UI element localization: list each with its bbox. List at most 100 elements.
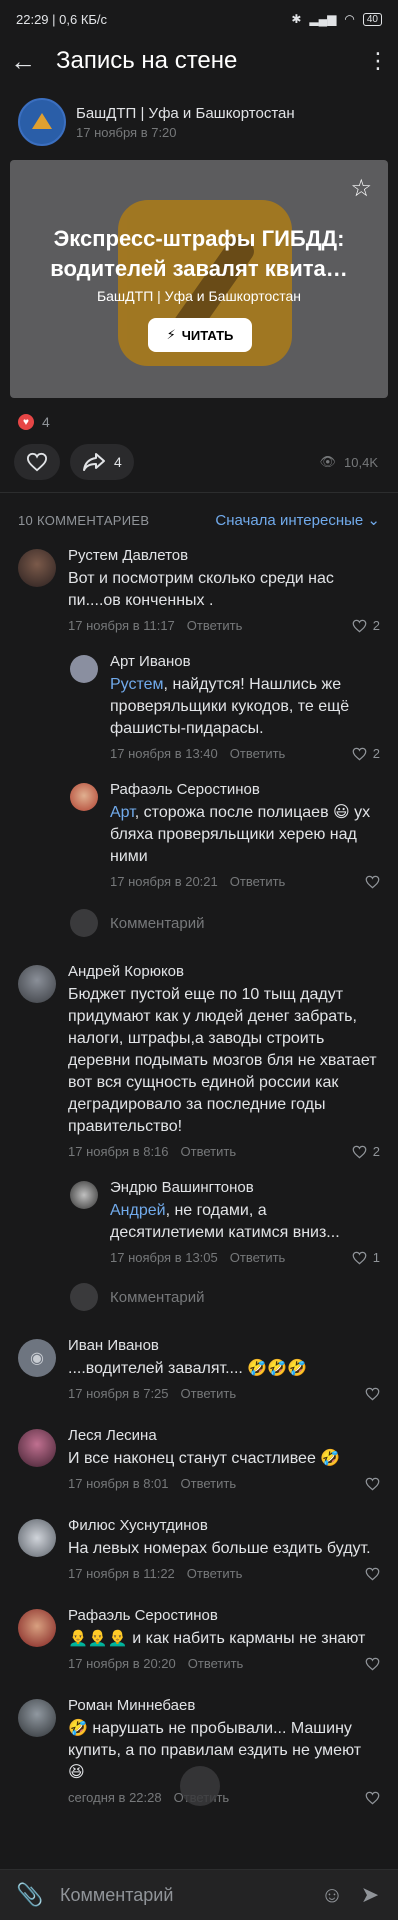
comment-text: Вот и посмотрим сколько среди нас пи....…: [68, 570, 334, 609]
comment: Рустем Давлетов Вот и посмотрим сколько …: [0, 545, 398, 633]
heart-outline-icon: [365, 875, 380, 888]
reply-button[interactable]: Ответить: [181, 1386, 237, 1401]
share-button[interactable]: 4: [70, 444, 134, 480]
mention-link[interactable]: Андрей: [110, 1202, 166, 1219]
likes-summary[interactable]: ♥ 4: [0, 398, 398, 438]
status-bar: 22:29 | 0,6 КБ/с ✱ ▂▄▆ ◠ 40: [0, 0, 398, 38]
eye-icon: 👁: [319, 454, 337, 469]
likes-count: 4: [42, 414, 50, 430]
comment-avatar[interactable]: [70, 655, 98, 683]
status-icons: ✱ ▂▄▆ ◠ 40: [291, 12, 382, 26]
comment-like-button[interactable]: [365, 875, 380, 889]
comment-text-body: , сторожа после полицаев 😃 ух бляха пров…: [110, 804, 371, 865]
my-avatar: [70, 1283, 98, 1311]
comment-author[interactable]: Филюс Хуснутдинов: [68, 1517, 380, 1534]
comment-author[interactable]: Рустем Давлетов: [68, 547, 380, 564]
like-button[interactable]: [14, 444, 60, 480]
read-button-label: ЧИТАТЬ: [181, 327, 234, 343]
comment-text: Арт, сторожа после полицаев 😃 ух бляха п…: [110, 802, 380, 868]
heart-outline-icon: [365, 1477, 380, 1490]
comment-like-button[interactable]: [365, 1657, 380, 1671]
comment-like-button[interactable]: [365, 1567, 380, 1581]
camera-icon: ◉: [30, 1350, 44, 1367]
more-vertical-icon[interactable]: ⋮: [366, 48, 390, 74]
comment-text: ....водителей завалят.... 🤣🤣🤣: [68, 1360, 308, 1377]
comment-avatar[interactable]: ◉: [18, 1339, 56, 1377]
attach-paperclip-icon[interactable]: 📎: [16, 1882, 46, 1908]
comments-count: 10 КОММЕНТАРИЕВ: [18, 512, 150, 528]
comment-author[interactable]: Рафаэль Серостинов: [110, 781, 380, 798]
sort-dropdown[interactable]: Сначала интересные ⌄: [215, 511, 380, 529]
post-date: 17 ноября в 7:20: [76, 124, 177, 140]
comment-like-button[interactable]: 2: [352, 1144, 380, 1159]
comment-like-count: 2: [372, 1144, 380, 1159]
reply-button[interactable]: Ответить: [181, 1144, 237, 1159]
lightning-icon: ⚡: [166, 327, 176, 342]
emoji-icon[interactable]: ☺: [312, 1882, 352, 1908]
comment-text: Рустем, найдутся! Нашлись же проверяльщи…: [110, 674, 380, 740]
comment-date: 17 ноября в 20:21: [110, 874, 218, 889]
comment-avatar[interactable]: [70, 1181, 98, 1209]
comment-date: 17 ноября в 11:22: [68, 1566, 175, 1581]
bookmark-star-icon[interactable]: ☆: [350, 174, 372, 203]
reply-button[interactable]: Ответить: [230, 1250, 286, 1265]
write-reply-placeholder: Комментарий: [110, 1288, 205, 1306]
comment-input-bar: 📎 Комментарий ☺ ➤: [0, 1869, 398, 1920]
heart-outline-icon: [352, 1145, 367, 1158]
comment-author[interactable]: Роман Миннебаев: [68, 1697, 380, 1714]
heart-outline-icon: [365, 1387, 380, 1400]
comment-like-button[interactable]: [365, 1387, 380, 1401]
write-reply-field[interactable]: Комментарий: [0, 909, 398, 937]
write-reply-field[interactable]: Комментарий: [0, 1283, 398, 1311]
heart-outline-icon: [352, 747, 367, 760]
comment-like-button[interactable]: 2: [352, 746, 380, 761]
comment-date: 17 ноября в 8:01: [68, 1476, 169, 1491]
comment-author[interactable]: Арт Иванов: [110, 653, 380, 670]
comment-text: И все наконец станут счастливее 🤣: [68, 1450, 341, 1467]
reply-button[interactable]: Ответить: [187, 618, 243, 633]
send-icon[interactable]: ➤: [352, 1882, 388, 1908]
my-avatar: [70, 909, 98, 937]
comment-reply: Рафаэль Серостинов Арт, сторожа после по…: [0, 779, 398, 889]
reply-button[interactable]: Ответить: [230, 746, 286, 761]
comment-like-button[interactable]: [365, 1477, 380, 1491]
comment: Рафаэль Серостинов 👨‍🦲👨‍🦲👨‍🦲 и как набит…: [0, 1605, 398, 1671]
comment-author[interactable]: Леся Лесина: [68, 1427, 380, 1444]
post-author-name[interactable]: БашДТП | Уфа и Башкортостан: [76, 105, 295, 122]
reply-button[interactable]: Ответить: [188, 1656, 244, 1671]
app-bar: ← Запись на стене ⋮: [0, 38, 398, 84]
comment-author[interactable]: Андрей Корюков: [68, 963, 380, 980]
article-card[interactable]: ☆ Экспресс-штрафы ГИБДД: водителей завал…: [10, 160, 388, 398]
comment-avatar[interactable]: [70, 783, 98, 811]
back-arrow-icon[interactable]: ←: [10, 46, 50, 77]
article-title: Экспресс-штрафы ГИБДД: водителей завалят…: [50, 226, 348, 281]
comment-avatar[interactable]: [18, 549, 56, 587]
reply-button[interactable]: Ответить: [230, 874, 286, 889]
comment-avatar[interactable]: [18, 1609, 56, 1647]
mention-link[interactable]: Арт: [110, 804, 135, 821]
mention-link[interactable]: Рустем: [110, 676, 164, 693]
comment-like-button[interactable]: 2: [352, 618, 380, 633]
comment-avatar[interactable]: [18, 1699, 56, 1737]
comment-date: 17 ноября в 7:25: [68, 1386, 169, 1401]
comment-like-button[interactable]: 1: [352, 1250, 380, 1265]
bluetooth-icon: ✱: [291, 12, 302, 26]
comment-avatar[interactable]: [18, 1429, 56, 1467]
comment-like-count: 2: [372, 746, 380, 761]
comment-author[interactable]: Рафаэль Серостинов: [68, 1607, 380, 1624]
comment-date: сегодня в 22:28: [68, 1790, 162, 1805]
comment-author[interactable]: Эндрю Вашингтонов: [110, 1179, 380, 1196]
sort-label: Сначала интересные: [215, 512, 364, 529]
group-avatar[interactable]: [18, 98, 66, 146]
read-button[interactable]: ⚡ ЧИТАТЬ: [148, 318, 252, 352]
comment-input[interactable]: Комментарий: [60, 1885, 312, 1906]
comment-date: 17 ноября в 11:17: [68, 618, 175, 633]
reply-button[interactable]: Ответить: [181, 1476, 237, 1491]
chevron-down-icon: ⌄: [367, 512, 380, 529]
comment-author[interactable]: Иван Иванов: [68, 1337, 380, 1354]
comment-like-button[interactable]: [365, 1791, 380, 1805]
comment-avatar[interactable]: [18, 1519, 56, 1557]
comments-header: 10 КОММЕНТАРИЕВ Сначала интересные ⌄: [0, 493, 398, 545]
reply-button[interactable]: Ответить: [187, 1566, 243, 1581]
comment-avatar[interactable]: [18, 965, 56, 1003]
